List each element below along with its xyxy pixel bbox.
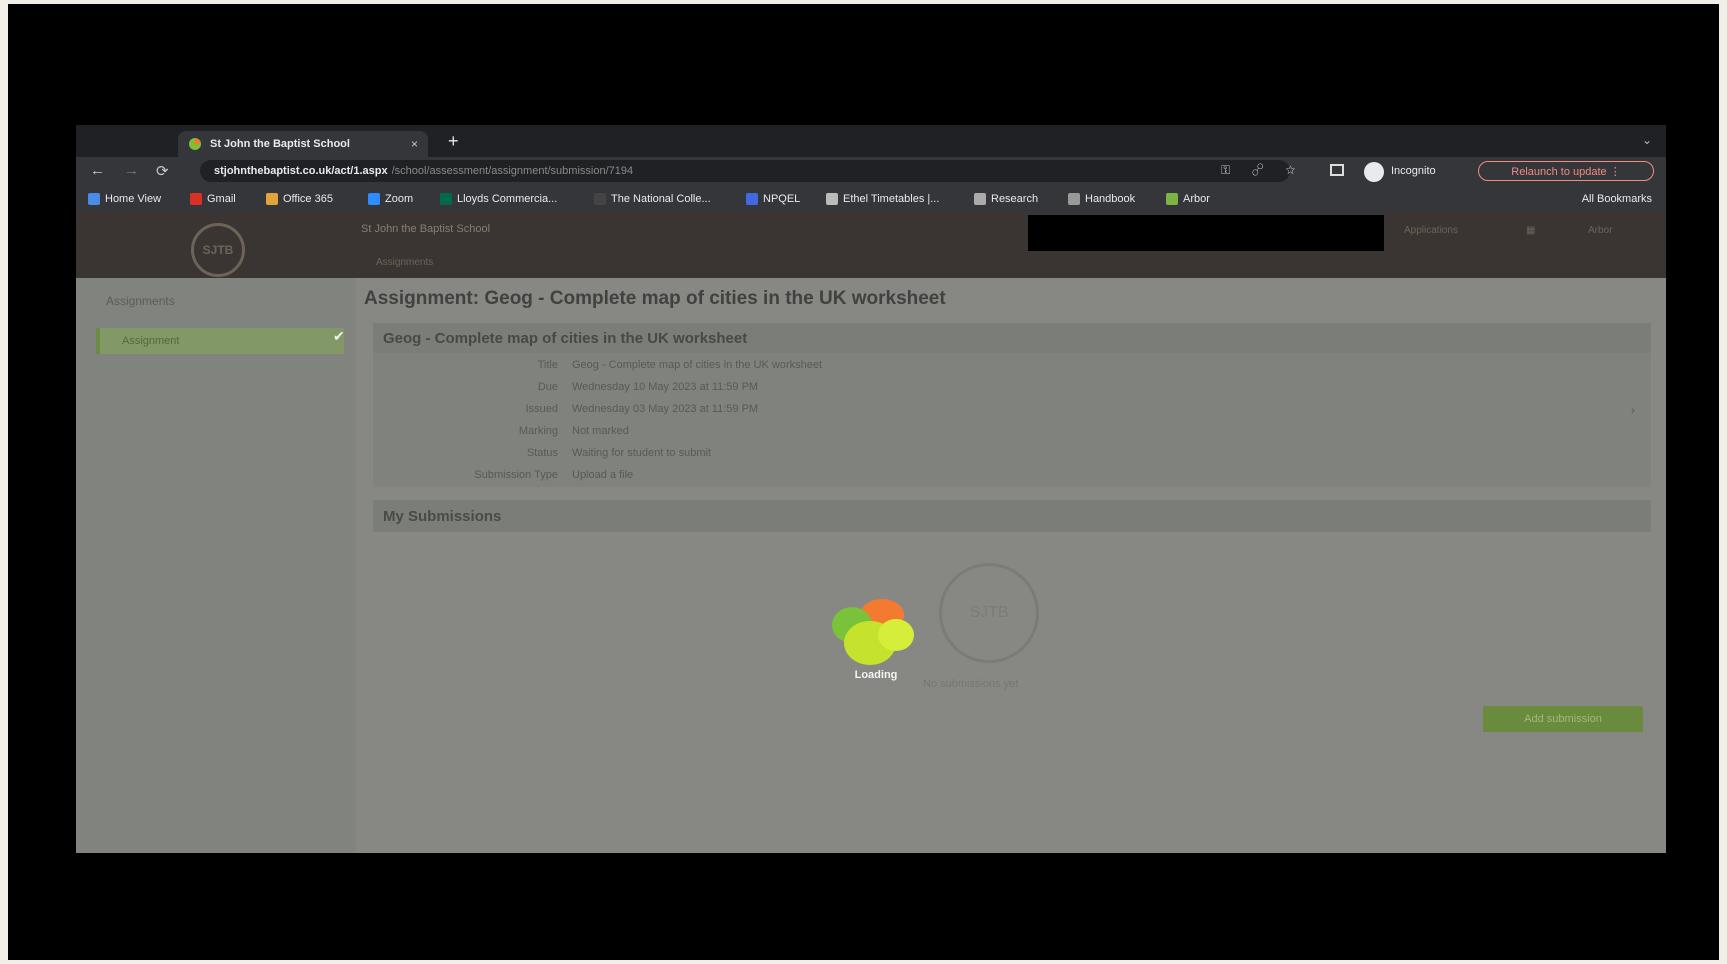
relaunch-update-button[interactable]: Relaunch to update ⋮: [1478, 161, 1654, 181]
browser-window: St John the Baptist School × + ⌄ ← → ⟳ s…: [76, 125, 1666, 853]
detail-value: Upload a file: [572, 469, 634, 481]
card-header: Geog - Complete map of cities in the UK …: [373, 323, 1651, 353]
empty-state-text: No submissions yet: [923, 678, 1019, 690]
loader-lime-blob-2: [878, 619, 914, 651]
school-favicon-icon: [189, 138, 201, 150]
incognito-avatar-icon[interactable]: [1364, 162, 1384, 182]
bookmark-icon: [368, 193, 380, 205]
bookmark-item[interactable]: Gmail: [190, 193, 236, 205]
bookmark-item[interactable]: Research: [974, 193, 1038, 205]
detail-label: Marking: [518, 425, 558, 437]
page-title: Assignment: Geog - Complete map of citie…: [364, 288, 946, 309]
check-icon: ✔: [333, 328, 345, 344]
bookmark-label: Gmail: [207, 193, 236, 205]
address-bar[interactable]: stjohnthebaptist.co.uk/act/1.aspx /schoo…: [200, 160, 1290, 182]
tab-title: St John the Baptist School: [210, 138, 350, 150]
reload-icon[interactable]: ⟳: [156, 162, 169, 180]
assignment-card: Geog - Complete map of cities in the UK …: [373, 323, 1651, 487]
bookmark-label: Ethel Timetables |...: [843, 193, 940, 205]
detail-value: Not marked: [572, 425, 629, 437]
bookmark-item[interactable]: Office 365: [266, 193, 333, 205]
all-bookmarks-button[interactable]: All Bookmarks: [1582, 193, 1652, 205]
address-bar-icons[interactable]: ⚿☍☆: [1221, 163, 1317, 178]
loading-spinner-icon: [832, 599, 914, 665]
grid-icon[interactable]: ▦: [1526, 225, 1535, 236]
detail-value: Wednesday 10 May 2023 at 11:59 PM: [572, 381, 759, 393]
bookmark-icon: [826, 193, 838, 205]
back-icon[interactable]: ←: [90, 162, 105, 179]
bookmark-label: The National Colle...: [611, 193, 711, 205]
bookmark-icon: [190, 193, 202, 205]
bookmark-icon: [1068, 193, 1080, 205]
arbor-button[interactable]: Arbor: [1588, 225, 1612, 236]
tab-strip: St John the Baptist School × + ⌄: [76, 125, 1666, 157]
detail-label: Submission Type: [474, 469, 558, 481]
sidebar-item-assignments[interactable]: Assignments: [106, 294, 175, 308]
bookmark-icon: [594, 193, 606, 205]
submissions-title: My Submissions: [383, 508, 502, 525]
app-area: SJTB St John the Baptist School Assignme…: [76, 213, 1666, 853]
detail-label: Due: [537, 381, 558, 393]
loading-label: Loading: [854, 669, 898, 681]
browser-tab[interactable]: St John the Baptist School ×: [178, 131, 428, 157]
sidebar-item-assignment[interactable]: Assignment: [96, 328, 344, 354]
screen-frame: St John the Baptist School × + ⌄ ← → ⟳ s…: [8, 4, 1719, 960]
bookmark-icon: [440, 193, 452, 205]
empty-state-logo: SJTB: [939, 563, 1039, 663]
new-tab-button[interactable]: +: [448, 131, 459, 152]
sidebar: Assignments Assignment ✔: [76, 278, 356, 853]
app-header: SJTB St John the Baptist School Assignme…: [76, 213, 1666, 278]
bookmark-item[interactable]: Ethel Timetables |...: [826, 193, 939, 205]
browser-toolbar: ← → ⟳ stjohnthebaptist.co.uk/act/1.aspx …: [76, 157, 1666, 187]
forward-icon[interactable]: →: [124, 162, 139, 179]
bookmark-icon: [88, 193, 100, 205]
redacted-area: [1028, 215, 1384, 251]
bookmark-item[interactable]: Arbor: [1166, 193, 1210, 205]
bookmark-item[interactable]: Lloyds Commercia...: [440, 193, 557, 205]
bookmark-label: Office 365: [283, 193, 333, 205]
detail-label: Status: [526, 447, 558, 459]
bookmark-label: Lloyds Commercia...: [457, 193, 558, 205]
side-panel-icon[interactable]: [1330, 164, 1344, 176]
school-name: St John the Baptist School: [361, 223, 491, 235]
detail-value: Wednesday 03 May 2023 at 11:59 PM: [572, 403, 759, 415]
bookmark-item[interactable]: Handbook: [1068, 193, 1135, 205]
bookmark-label: Handbook: [1085, 193, 1136, 205]
main-content: Assignment: Geog - Complete map of citie…: [356, 278, 1666, 853]
tab-search-icon[interactable]: ⌄: [1642, 133, 1652, 147]
school-subtitle: Assignments: [376, 257, 434, 268]
bookmark-label: Zoom: [385, 193, 414, 205]
submissions-header: My Submissions: [373, 500, 1651, 532]
card-title: Geog - Complete map of cities in the UK …: [383, 330, 748, 347]
bookmark-label: NPQEL: [763, 193, 801, 205]
bookmark-label: Arbor: [1183, 193, 1210, 205]
bookmark-label: Home View: [105, 193, 162, 205]
detail-value: Waiting for student to submit: [572, 447, 711, 459]
url-path: /school/assessment/assignment/submission…: [391, 165, 634, 177]
bookmark-label: Research: [991, 193, 1039, 205]
bookmark-icon: [1166, 193, 1178, 205]
detail-label: Issued: [525, 403, 558, 415]
bookmark-item[interactable]: Zoom: [368, 193, 413, 205]
bookmark-icon: [974, 193, 986, 205]
bookmark-item[interactable]: NPQEL: [746, 193, 800, 205]
detail-value: Geog - Complete map of cities in the UK …: [572, 359, 823, 371]
applications-button[interactable]: Applications: [1404, 225, 1458, 236]
add-submission-button[interactable]: Add submission: [1483, 706, 1643, 732]
bookmark-item[interactable]: Home View: [88, 193, 161, 205]
profile-label[interactable]: Incognito: [1391, 165, 1436, 177]
bookmark-icon: [746, 193, 758, 205]
url-host: stjohnthebaptist.co.uk/act/1.aspx: [214, 165, 388, 177]
bookmark-item[interactable]: The National Colle...: [594, 193, 711, 205]
chevron-right-icon[interactable]: ›: [1631, 403, 1635, 417]
bookmarks-bar: Home View Gmail Office 365 Zoom Lloyds C…: [76, 187, 1666, 213]
school-logo[interactable]: SJTB: [191, 223, 245, 277]
tab-close-icon[interactable]: ×: [411, 137, 418, 151]
detail-label: Title: [537, 359, 558, 371]
bookmark-icon: [266, 193, 278, 205]
